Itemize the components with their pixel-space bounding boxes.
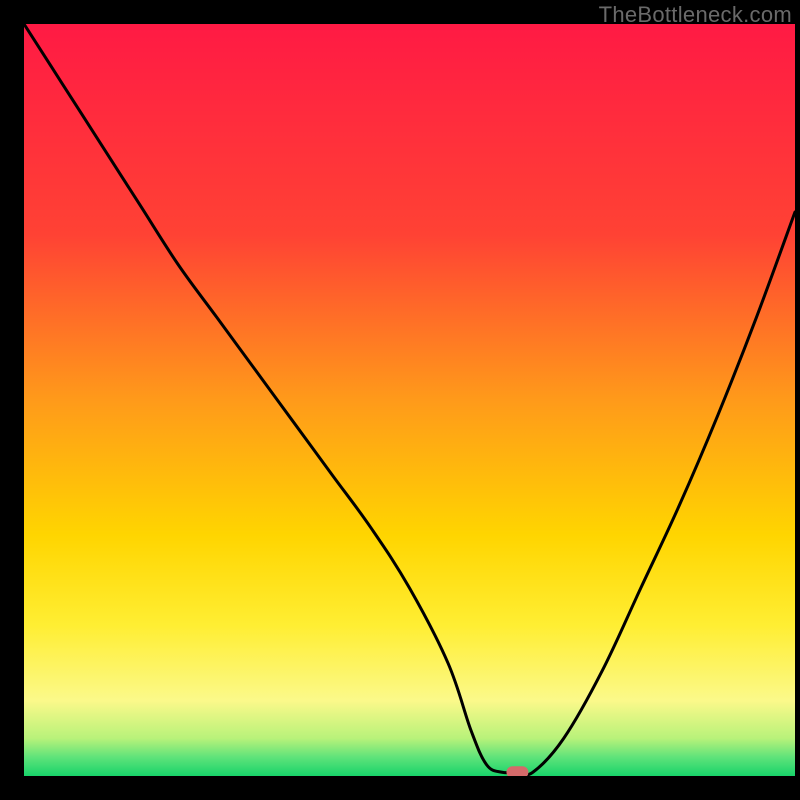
watermark-text: TheBottleneck.com — [599, 2, 792, 28]
chart-frame: TheBottleneck.com — [0, 0, 800, 800]
bottleneck-chart — [24, 24, 795, 776]
plot-area — [24, 24, 795, 776]
gradient-background — [24, 24, 795, 776]
valley-marker — [506, 766, 528, 776]
